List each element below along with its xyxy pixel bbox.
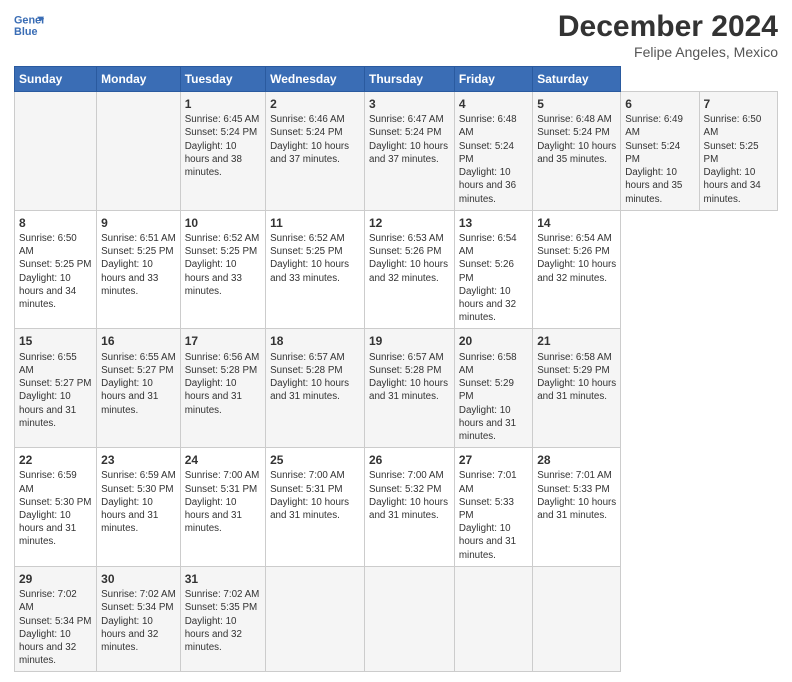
col-header-thursday: Thursday: [365, 67, 455, 92]
day-cell-12: 12Sunrise: 6:53 AMSunset: 5:26 PMDayligh…: [365, 210, 455, 329]
week-row-1: 1Sunrise: 6:45 AMSunset: 5:24 PMDaylight…: [15, 92, 778, 211]
day-cell-4: 4Sunrise: 6:48 AMSunset: 5:24 PMDaylight…: [454, 92, 532, 211]
day-cell-30: 30Sunrise: 7:02 AMSunset: 5:34 PMDayligh…: [97, 566, 181, 672]
day-cell-6: 6Sunrise: 6:49 AMSunset: 5:24 PMDaylight…: [621, 92, 699, 211]
col-header-tuesday: Tuesday: [180, 67, 265, 92]
day-cell-24: 24Sunrise: 7:00 AMSunset: 5:31 PMDayligh…: [180, 448, 265, 567]
day-cell-10: 10Sunrise: 6:52 AMSunset: 5:25 PMDayligh…: [180, 210, 265, 329]
col-header-monday: Monday: [97, 67, 181, 92]
week-row-2: 8Sunrise: 6:50 AMSunset: 5:25 PMDaylight…: [15, 210, 778, 329]
day-cell-5: 5Sunrise: 6:48 AMSunset: 5:24 PMDaylight…: [533, 92, 621, 211]
col-header-wednesday: Wednesday: [266, 67, 365, 92]
day-cell-3: 3Sunrise: 6:47 AMSunset: 5:24 PMDaylight…: [365, 92, 455, 211]
logo-icon: General Blue: [14, 10, 44, 40]
day-cell-8: 8Sunrise: 6:50 AMSunset: 5:25 PMDaylight…: [15, 210, 97, 329]
logo: General Blue: [14, 10, 44, 40]
subtitle: Felipe Angeles, Mexico: [558, 44, 778, 60]
day-cell-23: 23Sunrise: 6:59 AMSunset: 5:30 PMDayligh…: [97, 448, 181, 567]
day-cell-31: 31Sunrise: 7:02 AMSunset: 5:35 PMDayligh…: [180, 566, 265, 672]
day-cell-25: 25Sunrise: 7:00 AMSunset: 5:31 PMDayligh…: [266, 448, 365, 567]
main-title: December 2024: [558, 10, 778, 44]
svg-text:General: General: [14, 14, 44, 26]
title-block: December 2024 Felipe Angeles, Mexico: [558, 10, 778, 60]
week-row-5: 29Sunrise: 7:02 AMSunset: 5:34 PMDayligh…: [15, 566, 778, 672]
header-row: General Blue December 2024 Felipe Angele…: [14, 10, 778, 60]
header-row-days: SundayMondayTuesdayWednesdayThursdayFrid…: [15, 67, 778, 92]
empty-cell: [266, 566, 365, 672]
col-header-friday: Friday: [454, 67, 532, 92]
day-cell-27: 27Sunrise: 7:01 AMSunset: 5:33 PMDayligh…: [454, 448, 532, 567]
day-cell-11: 11Sunrise: 6:52 AMSunset: 5:25 PMDayligh…: [266, 210, 365, 329]
day-cell-21: 21Sunrise: 6:58 AMSunset: 5:29 PMDayligh…: [533, 329, 621, 448]
week-row-3: 15Sunrise: 6:55 AMSunset: 5:27 PMDayligh…: [15, 329, 778, 448]
day-cell-26: 26Sunrise: 7:00 AMSunset: 5:32 PMDayligh…: [365, 448, 455, 567]
day-cell-7: 7Sunrise: 6:50 AMSunset: 5:25 PMDaylight…: [699, 92, 777, 211]
week-row-4: 22Sunrise: 6:59 AMSunset: 5:30 PMDayligh…: [15, 448, 778, 567]
empty-cell: [533, 566, 621, 672]
day-cell-29: 29Sunrise: 7:02 AMSunset: 5:34 PMDayligh…: [15, 566, 97, 672]
main-container: General Blue December 2024 Felipe Angele…: [0, 0, 792, 682]
day-cell-19: 19Sunrise: 6:57 AMSunset: 5:28 PMDayligh…: [365, 329, 455, 448]
col-header-sunday: Sunday: [15, 67, 97, 92]
day-cell-22: 22Sunrise: 6:59 AMSunset: 5:30 PMDayligh…: [15, 448, 97, 567]
day-cell-14: 14Sunrise: 6:54 AMSunset: 5:26 PMDayligh…: [533, 210, 621, 329]
day-cell-16: 16Sunrise: 6:55 AMSunset: 5:27 PMDayligh…: [97, 329, 181, 448]
day-cell-9: 9Sunrise: 6:51 AMSunset: 5:25 PMDaylight…: [97, 210, 181, 329]
day-cell-1: 1Sunrise: 6:45 AMSunset: 5:24 PMDaylight…: [180, 92, 265, 211]
day-cell-18: 18Sunrise: 6:57 AMSunset: 5:28 PMDayligh…: [266, 329, 365, 448]
empty-cell: [365, 566, 455, 672]
day-cell-15: 15Sunrise: 6:55 AMSunset: 5:27 PMDayligh…: [15, 329, 97, 448]
svg-text:Blue: Blue: [14, 26, 37, 38]
empty-cell: [454, 566, 532, 672]
empty-cell: [15, 92, 97, 211]
day-cell-20: 20Sunrise: 6:58 AMSunset: 5:29 PMDayligh…: [454, 329, 532, 448]
empty-cell: [97, 92, 181, 211]
day-cell-13: 13Sunrise: 6:54 AMSunset: 5:26 PMDayligh…: [454, 210, 532, 329]
col-header-saturday: Saturday: [533, 67, 621, 92]
day-cell-28: 28Sunrise: 7:01 AMSunset: 5:33 PMDayligh…: [533, 448, 621, 567]
day-cell-2: 2Sunrise: 6:46 AMSunset: 5:24 PMDaylight…: [266, 92, 365, 211]
calendar-table: SundayMondayTuesdayWednesdayThursdayFrid…: [14, 66, 778, 672]
day-cell-17: 17Sunrise: 6:56 AMSunset: 5:28 PMDayligh…: [180, 329, 265, 448]
